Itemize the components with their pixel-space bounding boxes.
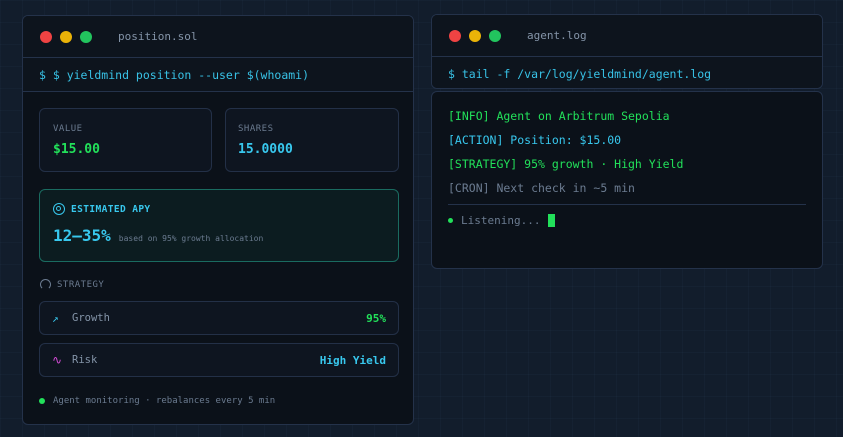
shares-amount: 15.0000 — [238, 142, 293, 157]
window-title: position.sol — [118, 30, 198, 43]
agent-log-window: agent.log $ tail -f /var/log/yieldmind/a… — [431, 14, 823, 89]
apy-header: ESTIMATED APY — [53, 203, 151, 215]
log-line-info: [INFO] Agent on Arbitrum Sepolia — [448, 109, 670, 123]
monitoring-text: Agent monitoring · rebalances every 5 mi… — [53, 396, 276, 406]
strategy-row-risk: ∿ Risk High Yield — [39, 343, 399, 377]
risk-value: High Yield — [319, 354, 386, 367]
apy-value-row: 12–35% based on 95% growth allocation — [53, 226, 263, 245]
risk-label: Risk — [72, 354, 98, 366]
shares-card: SHARES 15.0000 — [225, 108, 399, 172]
apy-note: based on 95% growth allocation — [118, 234, 264, 243]
cursor-block — [548, 214, 556, 227]
close-dot-icon[interactable] — [449, 29, 461, 42]
value-card: VALUE $15.00 — [39, 108, 212, 172]
agent-log-output: [INFO] Agent on Arbitrum Sepolia [ACTION… — [431, 91, 823, 269]
target-icon — [53, 203, 65, 215]
divider — [23, 91, 413, 92]
log-line-action: [ACTION] Position: $15.00 — [448, 133, 622, 147]
apy-value: 12–35% — [53, 226, 111, 245]
value-amount: $15.00 — [53, 142, 100, 157]
minimize-dot-icon[interactable] — [60, 30, 72, 43]
log-divider — [448, 204, 806, 205]
maximize-dot-icon[interactable] — [489, 29, 501, 42]
agent-log-titlebar: agent.log — [432, 15, 822, 57]
strategy-header: STRATEGY — [40, 279, 104, 290]
log-line-cron: [CRON] Next check in ~5 min — [448, 181, 635, 195]
listening-text: Listening... — [461, 214, 541, 227]
value-label: VALUE — [53, 124, 83, 134]
apy-label: ESTIMATED APY — [71, 203, 151, 215]
activity-icon: ∿ — [52, 353, 63, 367]
apy-card: ESTIMATED APY 12–35% based on 95% growth… — [39, 189, 399, 262]
strategy-label: STRATEGY — [57, 279, 105, 290]
tail-command: $ tail -f /var/log/yieldmind/agent.log — [432, 57, 822, 88]
position-window: position.sol $ $ yieldmind position --us… — [22, 15, 414, 425]
minimize-dot-icon[interactable] — [469, 29, 481, 42]
command-line: $ $ yieldmind position --user $(whoami) — [23, 58, 413, 91]
strategy-row-growth: ↗ Growth 95% — [39, 301, 399, 335]
close-dot-icon[interactable] — [40, 30, 52, 43]
log-line-strategy: [STRATEGY] 95% growth · High Yield — [448, 157, 684, 171]
growth-label: Growth — [72, 312, 110, 324]
maximize-dot-icon[interactable] — [80, 30, 92, 43]
listening-row: Listening... — [448, 214, 556, 227]
gauge-icon — [40, 279, 51, 290]
shares-label: SHARES — [238, 124, 274, 134]
growth-value: 95% — [366, 312, 386, 325]
window-title: agent.log — [527, 29, 587, 42]
position-window-titlebar: position.sol — [23, 16, 413, 58]
monitoring-status: Agent monitoring · rebalances every 5 mi… — [39, 396, 275, 406]
trending-up-icon: ↗ — [52, 312, 59, 325]
status-dot-icon — [39, 398, 45, 404]
status-dot-icon — [448, 218, 453, 223]
